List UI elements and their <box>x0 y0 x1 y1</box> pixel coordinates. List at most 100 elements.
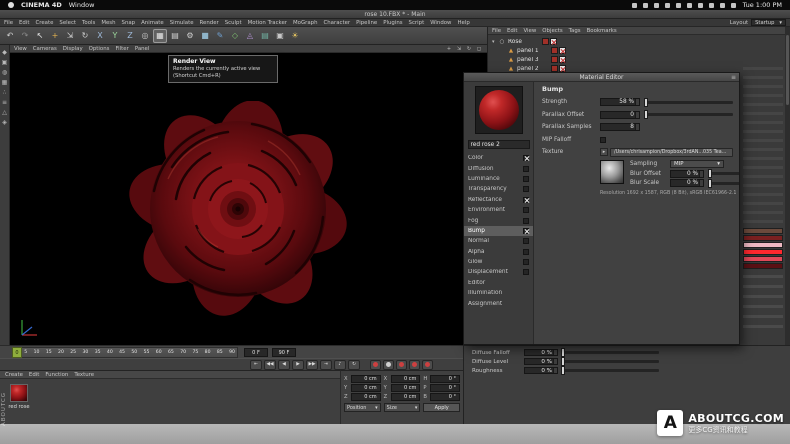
play-button[interactable]: ▶ <box>292 360 304 370</box>
x-axis-lock-icon[interactable]: X <box>93 29 107 43</box>
add-generator-icon[interactable]: ◇ <box>228 29 242 43</box>
channel-item[interactable]: Illumination <box>464 288 533 298</box>
sync-icon[interactable] <box>654 3 659 8</box>
attribute-input[interactable]: 0 % <box>524 367 558 374</box>
color-swatch[interactable] <box>743 249 783 255</box>
attribute-input[interactable]: 0 % <box>524 358 558 365</box>
channel-checkbox[interactable] <box>523 155 529 161</box>
record-position-button[interactable] <box>396 360 407 370</box>
record-keyframe-button[interactable] <box>370 360 381 370</box>
attribute-slider[interactable] <box>563 369 659 372</box>
go-to-end-button[interactable]: ⇥ <box>320 360 332 370</box>
cycle-mode-button[interactable]: ↻ <box>348 360 360 370</box>
app-menu-item[interactable]: Simulate <box>170 20 194 26</box>
app-menu-item[interactable]: File <box>4 20 13 26</box>
strength-slider[interactable] <box>646 101 733 104</box>
channel-checkbox[interactable] <box>523 197 529 203</box>
timeline-ruler[interactable]: 051015202530354045505560657075808590 <box>12 347 238 358</box>
battery-icon[interactable] <box>709 3 714 8</box>
channel-checkbox[interactable] <box>523 207 529 213</box>
pan-view-icon[interactable]: + <box>445 45 453 52</box>
keyboard-icon[interactable] <box>632 3 637 8</box>
time-machine-icon[interactable] <box>665 3 670 8</box>
app-menu-item[interactable]: Render <box>200 20 219 26</box>
attribute-slider[interactable] <box>563 351 659 354</box>
coordinate-input[interactable]: 0 ° <box>430 393 460 401</box>
uvw-tag-icon[interactable] <box>559 56 566 63</box>
play-sound-button[interactable]: ♪ <box>334 360 346 370</box>
channel-checkbox[interactable] <box>523 218 529 224</box>
material-name-input[interactable]: red rose 2 <box>468 140 530 149</box>
move-tool-icon[interactable]: + <box>48 29 62 43</box>
app-menu-item[interactable]: Window <box>430 20 451 26</box>
spotlight-icon[interactable] <box>720 3 725 8</box>
color-swatch[interactable] <box>743 242 783 248</box>
channel-item[interactable]: Diffusion <box>464 163 533 173</box>
redo-icon[interactable]: ↷ <box>18 29 32 43</box>
object-manager-menu-item[interactable]: Edit <box>507 28 517 34</box>
apple-logo-icon[interactable] <box>8 2 14 8</box>
material-manager-menu-item[interactable]: Texture <box>74 372 94 378</box>
coordinate-system-icon[interactable]: ◎ <box>138 29 152 43</box>
app-menu-item[interactable]: Snap <box>122 20 136 26</box>
notification-center-icon[interactable] <box>731 3 736 8</box>
color-swatch[interactable] <box>743 256 783 262</box>
app-menu-item[interactable]: Edit <box>19 20 29 26</box>
render-view-icon[interactable]: ▦ <box>153 29 167 43</box>
color-swatch[interactable] <box>743 263 783 269</box>
uvw-tag-icon[interactable] <box>559 65 566 72</box>
add-environment-icon[interactable]: ▤ <box>258 29 272 43</box>
coordinate-input[interactable]: 0 cm <box>391 375 421 383</box>
object-manager-menu-item[interactable]: View <box>523 28 536 34</box>
channel-checkbox[interactable] <box>523 238 529 244</box>
zoom-view-icon[interactable]: ⇲ <box>455 45 463 52</box>
channel-item[interactable]: Color <box>464 153 533 163</box>
previous-frame-button[interactable]: ◀ <box>278 360 290 370</box>
channel-item[interactable]: Displacement <box>464 267 533 277</box>
volume-icon[interactable] <box>698 3 703 8</box>
attribute-slider[interactable] <box>563 360 659 363</box>
app-menu-item[interactable]: Plugins <box>383 20 402 26</box>
parallax-offset-slider[interactable] <box>646 113 733 116</box>
material-tag-icon[interactable] <box>551 47 558 54</box>
coordinate-input[interactable]: 0 cm <box>391 393 421 401</box>
viewport-canvas[interactable] <box>10 53 487 345</box>
channel-item[interactable]: Normal <box>464 236 533 246</box>
material-editor-titlebar[interactable]: Material Editor ≡ <box>464 73 739 82</box>
coordinate-input[interactable]: 0 cm <box>391 384 421 392</box>
sampling-select[interactable]: MIP ▾ <box>670 160 724 168</box>
material-manager-menu-item[interactable]: Create <box>5 372 23 378</box>
app-menu-item[interactable]: Tools <box>82 20 95 26</box>
add-cube-icon[interactable]: ■ <box>198 29 212 43</box>
coordinate-input[interactable]: 0 ° <box>430 375 460 383</box>
material-manager-menu-item[interactable]: Edit <box>29 372 39 378</box>
end-frame-input[interactable]: 90 F <box>272 348 296 357</box>
wifi-icon[interactable] <box>687 3 692 8</box>
add-light-icon[interactable]: ☀ <box>288 29 302 43</box>
panel 3[interactable]: ▲ panel 3 <box>488 55 790 64</box>
edges-mode-icon[interactable]: ≡ <box>1 98 9 106</box>
polygons-mode-icon[interactable]: △ <box>1 108 9 116</box>
coordinate-input[interactable]: 0 cm <box>351 384 381 392</box>
channel-item[interactable]: Alpha <box>464 247 533 257</box>
next-frame-button[interactable]: ▶▶ <box>306 360 318 370</box>
menubar-clock[interactable]: Tue 1:00 PM <box>743 1 782 9</box>
slider-knob[interactable] <box>644 110 648 119</box>
z-axis-lock-icon[interactable]: Z <box>123 29 137 43</box>
color-swatch[interactable] <box>743 235 783 241</box>
app-menu-item[interactable]: Sculpt <box>225 20 242 26</box>
undo-icon[interactable]: ↶ <box>3 29 17 43</box>
viewport-menu-item[interactable]: Cameras <box>33 46 57 52</box>
apply-button[interactable]: Apply <box>423 403 460 412</box>
channel-checkbox[interactable] <box>523 249 529 255</box>
y-axis-lock-icon[interactable]: Y <box>108 29 122 43</box>
app-menu-item[interactable]: Motion Tracker <box>248 20 287 26</box>
texture-mode-icon[interactable]: ◍ <box>1 68 9 76</box>
uvw-tag-icon[interactable] <box>550 38 557 45</box>
color-swatch[interactable] <box>743 228 783 234</box>
app-menu-item[interactable]: Create <box>35 20 53 26</box>
workplane-mode-icon[interactable]: ▦ <box>1 78 9 86</box>
channel-item[interactable]: Bump <box>464 226 533 236</box>
blur-offset-slider[interactable] <box>710 172 739 175</box>
parallax-offset-input[interactable]: 0 <box>600 111 640 119</box>
